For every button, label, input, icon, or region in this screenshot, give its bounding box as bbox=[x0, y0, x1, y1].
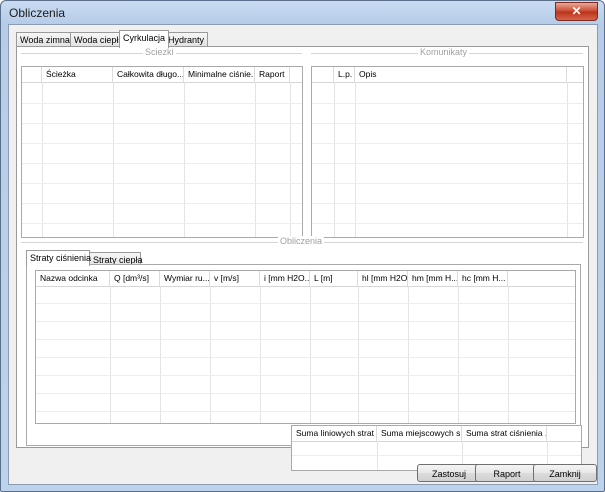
grid-line bbox=[36, 357, 575, 358]
col-i[interactable]: i [mm H2O... bbox=[260, 271, 310, 286]
col-wymiar-rury[interactable]: Wymiar ru... bbox=[160, 271, 210, 286]
obliczenia-window: Obliczenia ✕ Woda zimna Woda ciepła Cyrk… bbox=[0, 0, 605, 492]
col-suma-strat-cisnienia[interactable]: Suma strat ciśnienia ... bbox=[462, 426, 547, 441]
tab-woda-ciepla[interactable]: Woda ciepła bbox=[70, 32, 124, 47]
col-minimalne-cisnienie[interactable]: Minimalne ciśnie... bbox=[184, 67, 255, 82]
row-header-cell bbox=[22, 67, 42, 82]
straty-cisnienia-panel: Nazwa odcinka Q [dm³/s] Wymiar ru... v [… bbox=[26, 264, 581, 446]
window-title: Obliczenia bbox=[9, 6, 66, 20]
komunikaty-grid[interactable]: L.p. Opis bbox=[311, 66, 584, 238]
grid-line bbox=[36, 375, 575, 376]
grid-line bbox=[210, 286, 211, 423]
grid-line bbox=[408, 286, 409, 423]
zamknij-button[interactable]: Zamknij bbox=[533, 464, 597, 482]
col-nazwa-odcinka[interactable]: Nazwa odcinka bbox=[36, 271, 110, 286]
suma-grid-header: Suma liniowych strat ... Suma miejscowyc… bbox=[292, 426, 581, 442]
grid-line bbox=[312, 103, 583, 104]
grid-line bbox=[22, 123, 302, 124]
komunikaty-grid-header: L.p. Opis bbox=[312, 67, 583, 83]
col-sciezka[interactable]: Ścieżka bbox=[42, 67, 113, 82]
grid-line bbox=[334, 82, 335, 237]
tab-hydranty[interactable]: Hydranty bbox=[164, 32, 208, 47]
col-calkowita-dlugosc[interactable]: Całkowita długo... bbox=[113, 67, 184, 82]
tab-straty-cisnienia[interactable]: Straty ciśnienia bbox=[26, 250, 91, 266]
grid-line bbox=[255, 82, 256, 237]
tab-woda-zimna[interactable]: Woda zimna bbox=[16, 32, 71, 47]
straty-grid[interactable]: Nazwa odcinka Q [dm³/s] Wymiar ru... v [… bbox=[35, 270, 576, 424]
grid-line bbox=[160, 286, 161, 423]
grid-line bbox=[260, 286, 261, 423]
obliczenia-group-title: Obliczenia bbox=[278, 236, 325, 246]
grid-line bbox=[508, 286, 509, 423]
col-hm[interactable]: hm [mm H... bbox=[408, 271, 458, 286]
col-q[interactable]: Q [dm³/s] bbox=[110, 271, 160, 286]
grid-line bbox=[22, 223, 302, 224]
sciezki-grid-header: Ścieżka Całkowita długo... Minimalne ciś… bbox=[22, 67, 302, 83]
grid-line bbox=[312, 223, 583, 224]
cyrkulacja-panel: Sciezki Komunikaty Ścieżka Całkowita dłu… bbox=[16, 46, 589, 471]
straty-grid-header: Nazwa odcinka Q [dm³/s] Wymiar ru... v [… bbox=[36, 271, 575, 287]
grid-line bbox=[22, 163, 302, 164]
zastosuj-button[interactable]: Zastosuj bbox=[417, 464, 481, 482]
col-v[interactable]: v [m/s] bbox=[210, 271, 260, 286]
col-raport[interactable]: Raport bbox=[255, 67, 290, 82]
col-opis[interactable]: Opis bbox=[355, 67, 567, 82]
col-suma-liniowych[interactable]: Suma liniowych strat ... bbox=[292, 426, 377, 441]
sciezki-grid[interactable]: Ścieżka Całkowita długo... Minimalne ciś… bbox=[21, 66, 303, 238]
col-hc[interactable]: hc [mm H... bbox=[458, 271, 508, 286]
grid-line bbox=[36, 411, 575, 412]
grid-line bbox=[310, 286, 311, 423]
tab-cyrkulacja[interactable]: Cyrkulacja bbox=[119, 30, 169, 48]
sciezki-group-title: Sciezki bbox=[143, 47, 176, 57]
col-l[interactable]: L [m] bbox=[310, 271, 358, 286]
grid-line bbox=[355, 82, 356, 237]
grid-line bbox=[458, 286, 459, 423]
close-button[interactable]: ✕ bbox=[555, 2, 598, 21]
grid-line bbox=[36, 303, 575, 304]
raport-button[interactable]: Raport bbox=[475, 464, 539, 482]
grid-line bbox=[567, 82, 568, 237]
grid-line bbox=[292, 455, 581, 456]
title-bar[interactable]: Obliczenia ✕ bbox=[1, 1, 604, 23]
grid-line bbox=[36, 321, 575, 322]
row-header-cell bbox=[312, 67, 334, 82]
col-lp[interactable]: L.p. bbox=[334, 67, 355, 82]
client-area: Woda zimna Woda ciepła Cyrkulacja Hydran… bbox=[8, 24, 598, 485]
grid-line bbox=[358, 286, 359, 423]
grid-line bbox=[312, 143, 583, 144]
grid-line bbox=[22, 183, 302, 184]
komunikaty-group-title: Komunikaty bbox=[418, 47, 470, 57]
grid-line bbox=[22, 203, 302, 204]
col-suma-miejscowych[interactable]: Suma miejscowych s... bbox=[377, 426, 462, 441]
col-hl[interactable]: hl [mm H2O] bbox=[358, 271, 408, 286]
grid-line bbox=[110, 286, 111, 423]
grid-line bbox=[36, 339, 575, 340]
grid-line bbox=[312, 163, 583, 164]
grid-line bbox=[312, 183, 583, 184]
grid-line bbox=[36, 393, 575, 394]
grid-line bbox=[22, 143, 302, 144]
grid-line bbox=[312, 123, 583, 124]
grid-line bbox=[290, 82, 291, 237]
grid-line bbox=[113, 82, 114, 237]
grid-line bbox=[42, 82, 43, 237]
grid-line bbox=[184, 82, 185, 237]
grid-line bbox=[312, 203, 583, 204]
grid-line bbox=[22, 103, 302, 104]
